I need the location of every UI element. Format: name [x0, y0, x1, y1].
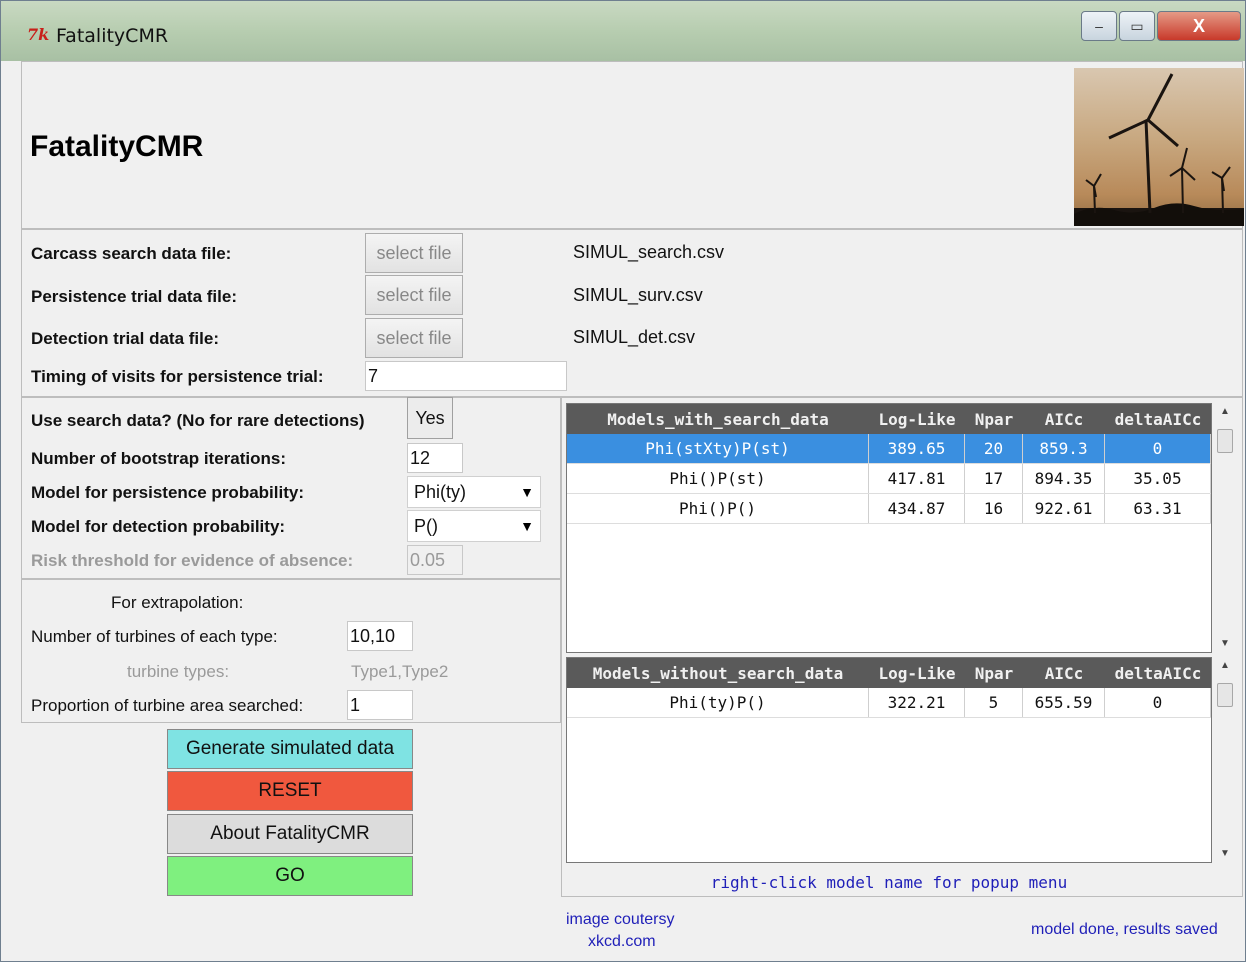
use-search-toggle[interactable]: Yes [407, 397, 453, 439]
table-cell: 20 [965, 434, 1023, 463]
table-row[interactable]: Phi()P(st) 417.81 17 894.35 35.05 [567, 464, 1211, 494]
model-name-cell[interactable]: Phi(stXty)P(st) [567, 434, 869, 463]
proportion-label: Proportion of turbine area searched: [31, 696, 304, 715]
carcass-file-label: Carcass search data file: [31, 244, 232, 263]
scrollbar-without[interactable]: ▲ ▼ [1214, 657, 1236, 863]
close-button[interactable]: X [1157, 11, 1241, 41]
tk-feather-icon: 7k [27, 25, 50, 44]
proportion-input[interactable]: 1 [347, 690, 413, 720]
app-heading: FatalityCMR [30, 130, 204, 163]
model-name-cell[interactable]: Phi()P(st) [567, 464, 869, 493]
table-row[interactable]: Phi(ty)P() 322.21 5 655.59 0 [567, 688, 1211, 718]
reset-button[interactable]: RESET [167, 771, 413, 811]
scroll-thumb[interactable] [1217, 683, 1233, 707]
app-window: 7k FatalityCMR – ▭ X FatalityCMR Carcass… [0, 0, 1246, 962]
table-cell: 63.31 [1105, 494, 1211, 523]
table-cell: 17 [965, 464, 1023, 493]
scrollbar-with[interactable]: ▲ ▼ [1214, 403, 1236, 653]
turbine-types-label: turbine types: [127, 662, 230, 681]
popup-hint: right-click model name for popup menu [710, 873, 1068, 892]
column-header[interactable]: Npar [965, 410, 1023, 429]
table-cell: 35.05 [1105, 464, 1211, 493]
column-header[interactable]: Log-Like [869, 664, 965, 683]
timing-input[interactable]: 7 [365, 361, 567, 391]
table-cell: 417.81 [869, 464, 965, 493]
persistence-file-label: Persistence trial data file: [31, 287, 237, 306]
table-cell: 322.21 [869, 688, 965, 717]
column-header[interactable]: AICc [1023, 664, 1105, 683]
bootstrap-input[interactable]: 12 [407, 443, 463, 473]
detection-select-button[interactable]: select file [365, 318, 463, 358]
extrapolation-heading: For extrapolation: [111, 593, 244, 612]
column-header[interactable]: deltaAICc [1105, 664, 1211, 683]
persistence-filename: SIMUL_surv.csv [573, 285, 703, 305]
detection-file-label: Detection trial data file: [31, 329, 219, 348]
column-header[interactable]: AICc [1023, 410, 1105, 429]
use-search-label: Use search data? (No for rare detections… [31, 411, 365, 430]
credit-line1: image coutersy [566, 911, 675, 928]
table-body: Phi(ty)P() 322.21 5 655.59 0 [567, 688, 1211, 718]
client-area: FatalityCMR Carcass search data file: se… [21, 61, 1244, 959]
table-header: Models_without_search_data Log-Like Npar AI… [567, 658, 1211, 688]
generate-simulated-data-button[interactable]: Generate simulated data [167, 729, 413, 769]
table-cell: 16 [965, 494, 1023, 523]
column-header[interactable]: Npar [965, 664, 1023, 683]
status-message: model done, results saved [1031, 921, 1218, 938]
table-cell: 894.35 [1023, 464, 1105, 493]
risk-threshold-label: Risk threshold for evidence of absence: [31, 551, 354, 570]
turbines-input[interactable]: 10,10 [347, 621, 413, 651]
column-header[interactable]: Log-Like [869, 410, 965, 429]
turbine-types-value: Type1,Type2 [351, 662, 449, 681]
scroll-thumb[interactable] [1217, 429, 1233, 453]
detection-model-value: P() [414, 516, 438, 536]
carcass-select-button[interactable]: select file [365, 233, 463, 273]
column-header[interactable]: Models_with_search_data [567, 410, 869, 429]
table-cell: 434.87 [869, 494, 965, 523]
table-cell: 389.65 [869, 434, 965, 463]
column-header[interactable]: deltaAICc [1105, 410, 1211, 429]
header-panel: FatalityCMR [21, 61, 1244, 229]
minimize-button[interactable]: – [1081, 11, 1117, 41]
scroll-down-icon[interactable]: ▼ [1214, 635, 1236, 653]
table-cell: 859.3 [1023, 434, 1105, 463]
models-without-search-table: Models_without_search_data Log-Like Npar AI… [566, 657, 1212, 863]
credit-link[interactable]: xkcd.com [588, 933, 656, 951]
scroll-up-icon[interactable]: ▲ [1214, 403, 1236, 421]
table-header: Models_with_search_data Log-Like Npar AICc d… [567, 404, 1211, 434]
table-row[interactable]: Phi()P() 434.87 16 922.61 63.31 [567, 494, 1211, 524]
wind-turbine-image [1074, 68, 1244, 226]
about-button[interactable]: About FatalityCMR [167, 814, 413, 854]
carcass-filename: SIMUL_search.csv [573, 242, 725, 262]
chevron-down-icon[interactable]: ▼ [520, 477, 534, 507]
detection-model-label: Model for detection probability: [31, 517, 286, 536]
models-with-search-table: Models_with_search_data Log-Like Npar AICc d… [566, 403, 1212, 653]
persistence-model-select[interactable]: Phi(ty) ▼ [407, 476, 541, 508]
table-row[interactable]: Phi(stXty)P(st) 389.65 20 859.3 0 [567, 434, 1211, 464]
persistence-model-label: Model for persistence probability: [31, 483, 304, 502]
model-name-cell[interactable]: Phi(ty)P() [567, 688, 869, 717]
table-cell: 0 [1105, 688, 1211, 717]
maximize-button[interactable]: ▭ [1119, 11, 1155, 41]
column-header[interactable]: Models_without_search_data [567, 664, 869, 683]
timing-label: Timing of visits for persistence trial: [31, 367, 324, 386]
table-body: Phi(stXty)P(st) 389.65 20 859.3 0 Phi()P(st) 4… [567, 434, 1211, 524]
table-cell: 0 [1105, 434, 1211, 463]
go-button[interactable]: GO [167, 856, 413, 896]
window-title: FatalityCMR [56, 25, 169, 47]
chevron-down-icon[interactable]: ▼ [520, 511, 534, 541]
bootstrap-label: Number of bootstrap iterations: [31, 449, 287, 468]
table-cell: 922.61 [1023, 494, 1105, 523]
detection-model-select[interactable]: P() ▼ [407, 510, 541, 542]
model-name-cell[interactable]: Phi()P() [567, 494, 869, 523]
persistence-select-button[interactable]: select file [365, 275, 463, 315]
persistence-model-value: Phi(ty) [414, 482, 467, 502]
risk-threshold-input: 0.05 [407, 545, 463, 575]
title-bar[interactable]: 7k FatalityCMR – ▭ X [1, 1, 1245, 61]
scroll-up-icon[interactable]: ▲ [1214, 657, 1236, 675]
scroll-down-icon[interactable]: ▼ [1214, 845, 1236, 863]
table-cell: 5 [965, 688, 1023, 717]
detection-filename: SIMUL_det.csv [573, 327, 696, 347]
turbines-label: Number of turbines of each type: [31, 627, 278, 646]
table-cell: 655.59 [1023, 688, 1105, 717]
